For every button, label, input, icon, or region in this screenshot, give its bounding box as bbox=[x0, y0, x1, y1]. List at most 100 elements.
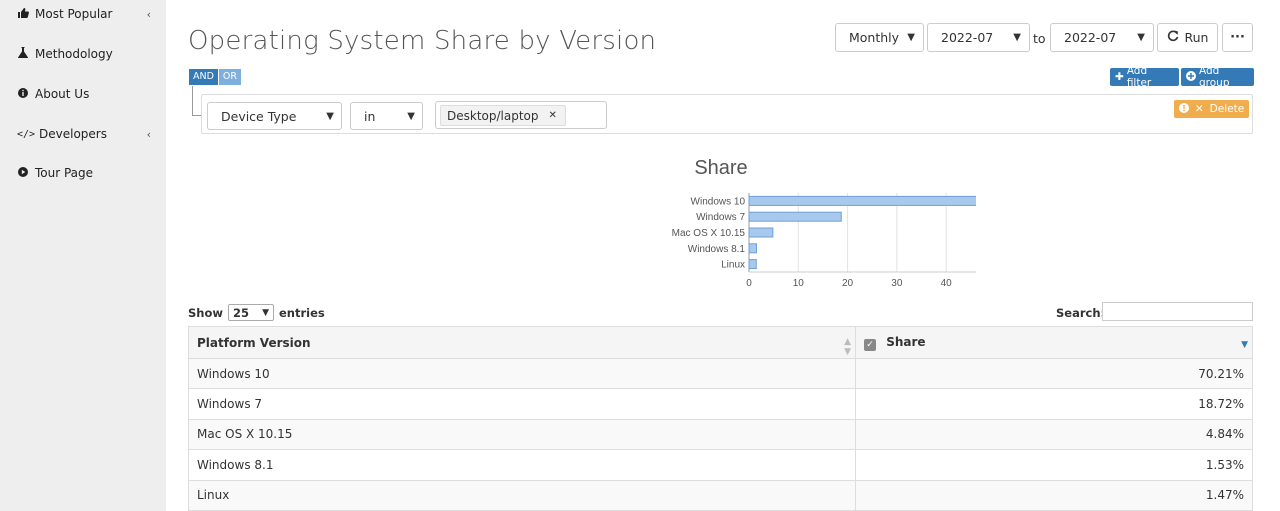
table-body: Windows 10 70.21% Windows 7 18.72% Mac OS X … bbox=[188, 357, 1253, 511]
column-header-platform-version[interactable]: Platform Version ▲ ▼ bbox=[188, 326, 856, 359]
and-button[interactable]: AND bbox=[189, 69, 218, 85]
refresh-icon bbox=[1167, 30, 1179, 45]
chart-bar bbox=[748, 211, 842, 222]
sidebar-item-label: Most Popular bbox=[35, 7, 113, 21]
x-tick-label: 0 bbox=[746, 278, 752, 289]
logic-toggle: AND OR bbox=[189, 69, 242, 85]
column-header-share[interactable]: ✓ Share ▼ bbox=[855, 326, 1253, 359]
or-button[interactable]: OR bbox=[218, 69, 242, 85]
chart-bar bbox=[748, 259, 757, 270]
period-select-value: Monthly bbox=[849, 30, 900, 45]
cell-platform-version: Windows 8.1 bbox=[188, 449, 856, 481]
sidebar-item-label: About Us bbox=[35, 87, 90, 101]
sidebar-item-most-popular[interactable]: Most Popular ‹ bbox=[0, 0, 166, 30]
y-category-label: Windows 10 bbox=[691, 196, 746, 207]
operator-select[interactable]: in ▼ bbox=[350, 102, 423, 130]
info-icon bbox=[17, 87, 29, 101]
play-circle-icon bbox=[17, 166, 29, 180]
operator-select-value: in bbox=[364, 108, 376, 124]
cell-platform-version: Linux bbox=[188, 479, 856, 511]
main-content: Operating System Share by Version Monthl… bbox=[166, 0, 1280, 511]
value-tag-label: Desktop/laptop bbox=[447, 108, 539, 123]
period-select[interactable]: Monthly ▼ bbox=[835, 23, 924, 52]
table-row: Windows 8.1 1.53% bbox=[188, 449, 1253, 481]
chevron-down-icon: ▼ bbox=[907, 32, 915, 43]
chart-x-labels: 010203040506070 bbox=[746, 278, 953, 289]
column-label: Share bbox=[886, 334, 926, 349]
data-table: Platform Version ▲ ▼ ✓ Share ▼ Windows 10… bbox=[188, 326, 1253, 511]
field-select[interactable]: Device Type ▼ bbox=[207, 102, 342, 130]
cell-share: 1.53% bbox=[855, 449, 1253, 481]
cell-platform-version: Windows 10 bbox=[188, 357, 856, 390]
to-month-value: 2022-07 bbox=[1064, 30, 1117, 45]
x-tick-label: 30 bbox=[891, 278, 903, 289]
sidebar-item-about-us[interactable]: About Us bbox=[0, 78, 166, 110]
chevron-left-icon: ‹ bbox=[146, 7, 151, 21]
flask-icon bbox=[17, 47, 29, 61]
cell-share: 18.72% bbox=[855, 388, 1253, 420]
sidebar: Most Popular ‹ Methodology About Us </> … bbox=[0, 0, 166, 511]
checkbox-icon[interactable]: ✓ bbox=[864, 338, 876, 351]
sort-desc-icon: ▼ bbox=[1241, 340, 1248, 350]
field-select-value: Device Type bbox=[221, 108, 297, 124]
to-month-select[interactable]: 2022-07 ▼ bbox=[1050, 23, 1154, 52]
x-tick-label: 10 bbox=[793, 278, 805, 289]
table-row: Windows 10 70.21% bbox=[188, 357, 1253, 390]
warning-icon bbox=[1178, 102, 1189, 116]
sort-both-icon: ▲ ▼ bbox=[844, 337, 851, 357]
cell-share: 1.47% bbox=[855, 479, 1253, 511]
page-title: Operating System Share by Version bbox=[188, 26, 657, 56]
entries-label: entries bbox=[279, 305, 325, 320]
sidebar-item-methodology[interactable]: Methodology bbox=[0, 38, 166, 70]
entries-select-value: 25 bbox=[233, 305, 250, 320]
search-label: Search: bbox=[1056, 306, 1106, 320]
add-group-button[interactable]: Add group bbox=[1181, 65, 1254, 89]
run-button-label: Run bbox=[1184, 30, 1209, 45]
chart-title: Share bbox=[694, 157, 747, 179]
chevron-down-icon: ▼ bbox=[326, 110, 334, 122]
chevron-down-icon: ▼ bbox=[407, 110, 415, 122]
sidebar-item-developers[interactable]: </> Developers ‹ bbox=[0, 118, 166, 150]
chevron-down-icon: ▼ bbox=[262, 307, 269, 318]
plus-circle-icon bbox=[1186, 70, 1196, 84]
thumbs-up-icon bbox=[17, 7, 29, 21]
share-bar-chart: Share Windows 10Windows 7Mac OS X 10.15W… bbox=[672, 157, 976, 289]
chart-y-labels: Windows 10 Windows 7 Mac OS X 10.15 Windows… bbox=[672, 196, 746, 270]
y-category-label: Windows 7 bbox=[696, 212, 745, 223]
cell-share: 70.21% bbox=[855, 357, 1253, 390]
chevron-down-icon: ▼ bbox=[1137, 32, 1145, 43]
page-length-control: Show 25 ▼ entries bbox=[188, 304, 325, 321]
search-input[interactable] bbox=[1102, 302, 1253, 321]
plus-icon: ✚ bbox=[1115, 71, 1124, 83]
sidebar-item-label: Developers bbox=[39, 127, 107, 141]
delete-label: Delete bbox=[1209, 103, 1245, 115]
cell-platform-version: Mac OS X 10.15 bbox=[188, 418, 856, 451]
chart-bar bbox=[748, 227, 774, 238]
table-row: Mac OS X 10.15 4.84% bbox=[188, 418, 1253, 451]
sidebar-item-tour-page[interactable]: Tour Page bbox=[0, 157, 166, 189]
chevron-left-icon: ‹ bbox=[146, 127, 151, 141]
close-icon: ✕ bbox=[1194, 103, 1204, 115]
x-tick-label: 40 bbox=[941, 278, 953, 289]
y-category-label: Linux bbox=[721, 260, 745, 271]
delete-rule-button[interactable]: ✕ Delete bbox=[1174, 100, 1249, 118]
chart-bars bbox=[748, 195, 976, 270]
y-category-label: Mac OS X 10.15 bbox=[672, 228, 746, 239]
y-category-label: Windows 8.1 bbox=[688, 244, 746, 255]
run-button[interactable]: Run bbox=[1157, 23, 1218, 52]
table-row: Windows 7 18.72% bbox=[188, 388, 1253, 420]
code-icon: </> bbox=[17, 128, 36, 140]
from-month-select[interactable]: 2022-07 ▼ bbox=[927, 23, 1030, 52]
chevron-down-icon: ▼ bbox=[1013, 32, 1021, 43]
more-options-button[interactable]: ··· bbox=[1222, 23, 1253, 52]
column-label: Platform Version bbox=[197, 335, 311, 350]
remove-tag-icon[interactable]: ✕ bbox=[549, 110, 557, 121]
cell-share: 4.84% bbox=[855, 418, 1253, 451]
value-multiselect[interactable]: Desktop/laptop ✕ bbox=[435, 101, 607, 129]
entries-select[interactable]: 25 ▼ bbox=[228, 304, 274, 321]
add-filter-button[interactable]: ✚ Add filter bbox=[1110, 65, 1179, 89]
show-label: Show bbox=[188, 305, 223, 320]
chart-bar bbox=[748, 243, 758, 254]
cell-platform-version: Windows 7 bbox=[188, 388, 856, 420]
add-filter-label: Add filter bbox=[1126, 65, 1152, 89]
